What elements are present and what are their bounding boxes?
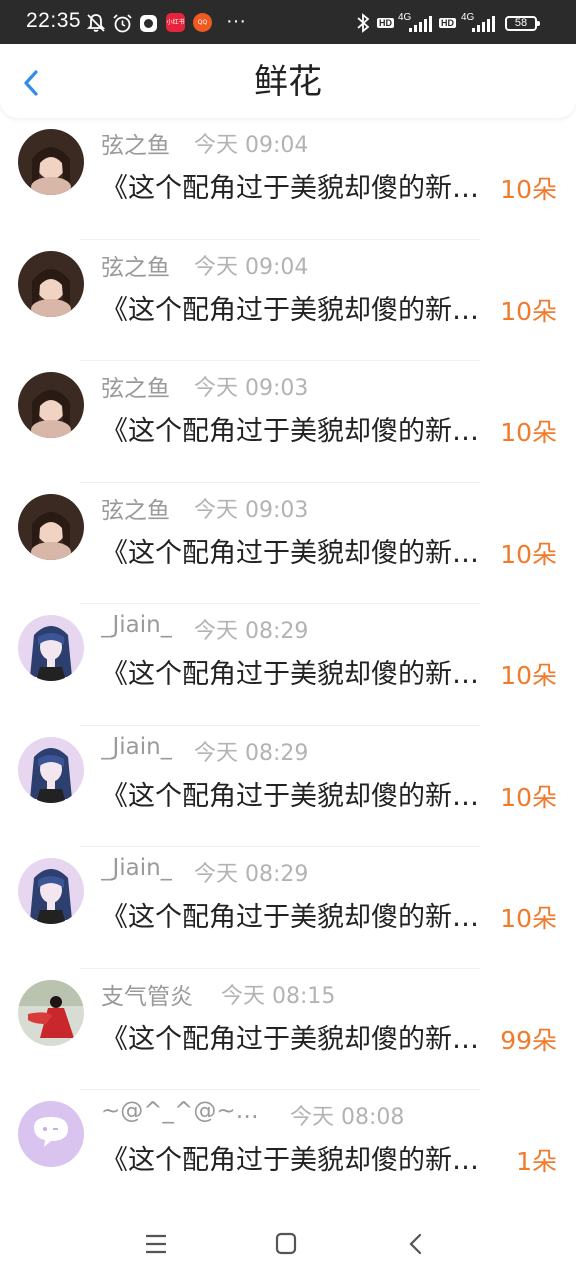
mute-bell-icon bbox=[86, 14, 106, 32]
sender-name[interactable]: 弦之鱼 bbox=[101, 126, 170, 160]
alarm-icon bbox=[113, 14, 132, 33]
flower-count: 10朵 bbox=[500, 296, 557, 326]
book-title: 《这个配角过于美貌却傻的新娘》 bbox=[101, 294, 493, 326]
avatar[interactable] bbox=[18, 615, 84, 681]
flower-count: 10朵 bbox=[500, 904, 557, 933]
back-icon bbox=[409, 1233, 422, 1255]
avatar[interactable] bbox=[18, 493, 84, 560]
system-nav-bar bbox=[0, 1208, 576, 1280]
sender-name[interactable]: 弦之鱼 bbox=[101, 491, 170, 525]
sender-name[interactable]: 弦之鱼 bbox=[101, 369, 170, 403]
bluetooth-icon bbox=[357, 13, 370, 33]
book-title: 《这个配角过于美貌却傻的新娘》 bbox=[101, 173, 493, 204]
hd-badge-2: HD bbox=[439, 18, 456, 28]
book-title: 《这个配角过于美貌却傻的新娘》 bbox=[101, 1145, 493, 1176]
flower-count: 10朵 bbox=[500, 175, 557, 204]
list-item[interactable]: 弦之鱼 今天 09:03 《这个配角过于美貌却傻的新娘》 10朵 bbox=[0, 483, 576, 604]
sender-name[interactable]: 支气管炎 bbox=[101, 977, 193, 1011]
avatar[interactable] bbox=[18, 250, 84, 317]
sender-name[interactable]: _Jiain_ bbox=[101, 855, 172, 881]
avatar[interactable] bbox=[18, 372, 84, 438]
avatar[interactable] bbox=[18, 979, 84, 1046]
flower-count: 10朵 bbox=[500, 782, 557, 812]
flower-count: 10朵 bbox=[500, 539, 557, 569]
book-title: 《这个配角过于美貌却傻的新娘》 bbox=[101, 659, 493, 690]
flower-gift-list: 弦之鱼 今天 09:04 《这个配角过于美貌却傻的新娘》 10朵 弦之鱼 今天 09:04… bbox=[0, 118, 576, 1212]
app-badge-orange: QQ bbox=[193, 13, 212, 32]
sender-name[interactable]: 弦之鱼 bbox=[101, 248, 170, 282]
gift-time: 今天 08:29 bbox=[194, 862, 309, 887]
flower-count: 99朵 bbox=[500, 1025, 557, 1055]
gift-time: 今天 09:03 bbox=[194, 376, 309, 401]
flower-count: 1朵 bbox=[516, 1147, 557, 1176]
system-back-button[interactable] bbox=[396, 1226, 436, 1262]
flower-count: 10朵 bbox=[500, 418, 557, 447]
avatar[interactable] bbox=[18, 858, 84, 924]
top-app-bar: 鲜花 bbox=[0, 44, 576, 118]
more-notifications-icon: ··· bbox=[226, 10, 246, 32]
menu-icon bbox=[146, 1234, 166, 1254]
list-item[interactable]: _Jiain_ 今天 08:29 《这个配角过于美貌却傻的新娘》 10朵 bbox=[0, 604, 576, 726]
book-title: 《这个配角过于美貌却傻的新娘》 bbox=[101, 902, 493, 933]
sender-name[interactable]: ~@^_^@~_8… bbox=[101, 1098, 266, 1124]
gift-time: 今天 09:04 bbox=[194, 133, 309, 158]
menu-button[interactable] bbox=[136, 1226, 176, 1262]
list-item[interactable]: 弦之鱼 今天 09:04 《这个配角过于美貌却傻的新娘》 10朵 bbox=[0, 118, 576, 240]
status-time: 22:35 bbox=[26, 9, 82, 32]
signal-icon-2 bbox=[472, 16, 495, 32]
list-item[interactable]: 支气管炎 今天 08:15 《这个配角过于美貌却傻的新娘》 99朵 bbox=[0, 969, 576, 1090]
page-title: 鲜花 bbox=[254, 62, 322, 102]
book-title: 《这个配角过于美貌却傻的新娘》 bbox=[101, 416, 493, 447]
avatar[interactable] bbox=[18, 129, 84, 195]
app-badge-red: 小红书 bbox=[166, 13, 185, 32]
gift-time: 今天 08:29 bbox=[194, 619, 309, 644]
list-item[interactable]: 弦之鱼 今天 09:03 《这个配角过于美貌却傻的新娘》 10朵 bbox=[0, 361, 576, 483]
gift-time: 今天 08:29 bbox=[194, 740, 309, 766]
flower-count: 10朵 bbox=[500, 661, 557, 690]
gift-time: 今天 08:08 bbox=[290, 1105, 405, 1130]
list-item[interactable]: _Jiain_ 今天 08:29 《这个配角过于美貌却傻的新娘》 10朵 bbox=[0, 847, 576, 969]
book-title: 《这个配角过于美貌却傻的新娘》 bbox=[101, 1023, 493, 1055]
sender-name[interactable]: _Jiain_ bbox=[101, 734, 172, 760]
home-button[interactable] bbox=[266, 1226, 306, 1262]
book-title: 《这个配角过于美貌却傻的新娘》 bbox=[101, 780, 493, 812]
battery-indicator: 58 bbox=[505, 16, 540, 31]
book-title: 《这个配角过于美貌却傻的新娘》 bbox=[101, 537, 493, 569]
gift-time: 今天 09:04 bbox=[194, 254, 309, 280]
sender-name[interactable]: _Jiain_ bbox=[101, 612, 172, 638]
app-notification-icon bbox=[140, 15, 157, 32]
gift-time: 今天 08:15 bbox=[221, 983, 336, 1009]
list-item[interactable]: ~@^_^@~_8… 今天 08:08 《这个配角过于美貌却傻的新娘》 1朵 bbox=[0, 1090, 576, 1212]
avatar[interactable] bbox=[18, 1101, 84, 1167]
status-bar: 22:35 小红书 QQ ··· HD 4G HD 4G 58 bbox=[0, 0, 576, 44]
list-item[interactable]: _Jiain_ 今天 08:29 《这个配角过于美貌却傻的新娘》 10朵 bbox=[0, 726, 576, 847]
avatar[interactable] bbox=[18, 736, 84, 803]
home-icon bbox=[275, 1232, 297, 1255]
list-item[interactable]: 弦之鱼 今天 09:04 《这个配角过于美貌却傻的新娘》 10朵 bbox=[0, 240, 576, 361]
signal-icon-1 bbox=[409, 16, 432, 32]
hd-badge-1: HD bbox=[377, 18, 394, 28]
gift-time: 今天 09:03 bbox=[194, 497, 309, 523]
